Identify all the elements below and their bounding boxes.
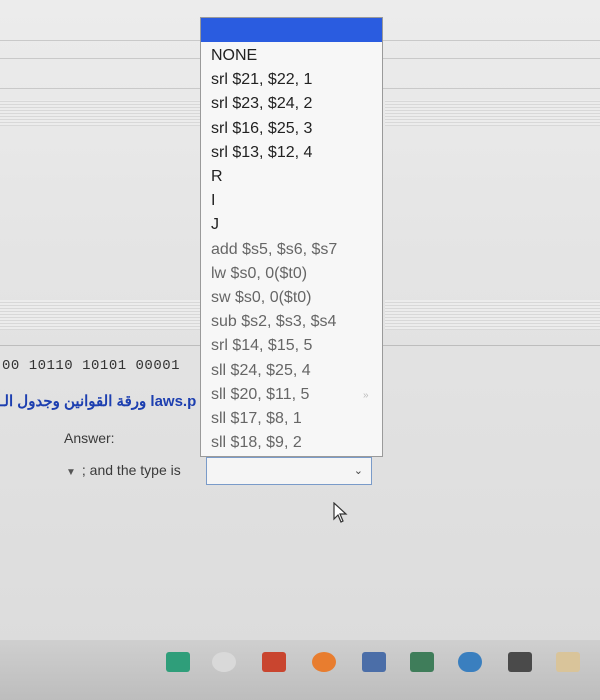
background-stripe: [0, 300, 210, 330]
edge-icon[interactable]: [458, 652, 482, 672]
dropdown-option[interactable]: I: [211, 189, 382, 213]
instruction-dropdown-list[interactable]: NONE srl $21, $22, 1 srl $23, $24, 2 srl $1…: [200, 17, 383, 457]
dropdown-option[interactable]: sub $s2, $s3, $s4: [211, 310, 382, 334]
store-icon[interactable]: [166, 652, 190, 672]
dropdown-option[interactable]: sll $19, $10, 3: [211, 455, 382, 456]
dropdown-option[interactable]: sll $17, $8, 1: [211, 407, 382, 431]
option-list: NONE srl $21, $22, 1 srl $23, $24, 2 srl $1…: [201, 42, 382, 456]
type-text: ; and the type is: [81, 462, 181, 478]
excel-icon[interactable]: [410, 652, 434, 672]
type-row: ▼ ; and the type is: [66, 462, 181, 478]
dropdown-option[interactable]: R: [211, 165, 382, 189]
scroll-arrow-icon[interactable]: »: [363, 390, 369, 401]
dropdown-option[interactable]: srl $16, $25, 3: [211, 117, 382, 141]
highlighted-option[interactable]: [201, 18, 382, 42]
type-select[interactable]: ⌄: [206, 457, 372, 485]
dropdown-option[interactable]: lw $s0, 0($t0): [211, 262, 382, 286]
dropdown-option[interactable]: NONE: [211, 44, 382, 68]
chrome-icon[interactable]: [212, 652, 236, 672]
dropdown-option[interactable]: sw $s0, 0($t0): [211, 286, 382, 310]
chevron-down-icon[interactable]: ▼: [66, 467, 76, 478]
app-icon[interactable]: [556, 652, 580, 672]
dropdown-option[interactable]: sll $18, $9, 2: [211, 431, 382, 455]
chevron-down-icon: ⌄: [353, 465, 363, 477]
word-icon[interactable]: [362, 652, 386, 672]
dropdown-option[interactable]: srl $23, $24, 2: [211, 92, 382, 116]
dropdown-option[interactable]: sll $20, $11, 5: [211, 383, 382, 407]
laws-file-link[interactable]: ورقة القوانين وجدول الـ laws.p: [0, 392, 196, 410]
binary-instruction: 00 10110 10101 00001: [2, 358, 181, 374]
background-stripe: [385, 300, 600, 330]
background-stripe: [0, 100, 210, 126]
powerpoint-icon[interactable]: [262, 652, 286, 672]
dropdown-option[interactable]: srl $14, $15, 5: [211, 334, 382, 358]
dropdown-option[interactable]: sll $24, $25, 4: [211, 359, 382, 383]
dropdown-option[interactable]: srl $21, $22, 1: [211, 68, 382, 92]
briefcase-icon[interactable]: [508, 652, 532, 672]
office-icon[interactable]: [312, 652, 336, 672]
dropdown-option[interactable]: J: [211, 213, 382, 237]
background-stripe: [385, 100, 600, 126]
dropdown-option[interactable]: add $s5, $s6, $s7: [211, 238, 382, 262]
dropdown-option[interactable]: srl $13, $12, 4: [211, 141, 382, 165]
mouse-cursor-icon: [333, 502, 348, 523]
answer-label: Answer:: [64, 430, 115, 446]
